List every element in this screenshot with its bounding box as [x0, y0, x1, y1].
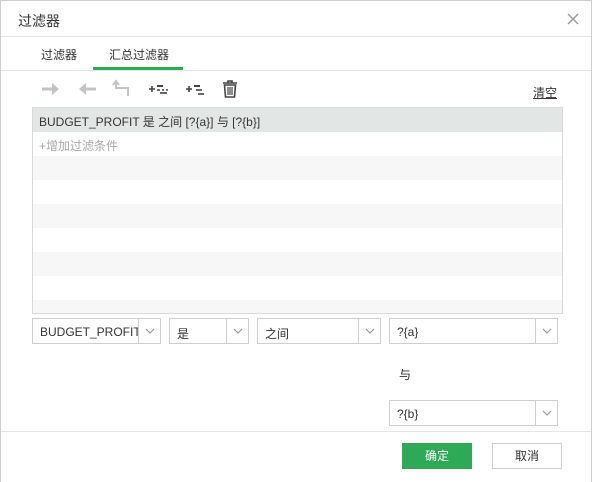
cancel-button[interactable]: 取消	[492, 443, 562, 469]
value-b-select[interactable]: ?{b}	[389, 400, 558, 426]
condition-list: BUDGET_PROFIT 是 之间 [?{a}] 与 [?{b}] +增加过滤…	[32, 107, 563, 314]
field-select-value: BUDGET_PROFIT	[40, 325, 138, 339]
toolbar	[36, 79, 576, 101]
add-group-icon[interactable]	[185, 79, 207, 99]
dialog-title: 过滤器	[18, 13, 60, 29]
empty-row	[33, 228, 562, 252]
chevron-down-icon	[233, 328, 243, 334]
add-condition-link[interactable]: +增加过滤条件	[39, 137, 118, 154]
chevron-down-icon	[542, 410, 552, 416]
ok-button[interactable]: 确定	[402, 443, 472, 469]
empty-row	[33, 252, 562, 276]
empty-row	[33, 180, 562, 204]
empty-row	[33, 204, 562, 228]
value-b-select-value: ?{b}	[397, 407, 419, 421]
empty-row	[33, 300, 562, 313]
relation-select[interactable]: 之间	[257, 318, 381, 344]
tab-bar: 过滤器 汇总过滤器	[1, 38, 591, 71]
clear-link[interactable]: 清空	[533, 84, 557, 101]
relation-select-arrow[interactable]	[358, 319, 380, 343]
tab-filter[interactable]: 过滤器	[41, 46, 77, 63]
condition-row-text: BUDGET_PROFIT 是 之间 [?{a}] 与 [?{b}]	[39, 115, 261, 129]
value-a-select-arrow[interactable]	[535, 319, 557, 343]
operator-select-value: 是	[177, 327, 190, 341]
filter-dialog: 过滤器 过滤器 汇总过滤器 清空 BUDGET_PROFIT 是 之间 [?{a…	[0, 0, 592, 482]
arrow-left-icon[interactable]	[76, 79, 98, 99]
dialog-titlebar: 过滤器	[1, 1, 591, 37]
field-select[interactable]: BUDGET_PROFIT	[32, 318, 161, 344]
close-icon[interactable]	[566, 12, 580, 26]
add-condition-row[interactable]: +增加过滤条件	[33, 132, 562, 156]
condition-row[interactable]: BUDGET_PROFIT 是 之间 [?{a}] 与 [?{b}]	[33, 108, 562, 132]
corner-arrow-icon[interactable]	[111, 79, 133, 99]
operator-select[interactable]: 是	[169, 318, 249, 344]
field-select-arrow[interactable]	[138, 319, 160, 343]
chevron-down-icon	[145, 328, 155, 334]
operator-select-arrow[interactable]	[226, 319, 248, 343]
tab-summary-filter[interactable]: 汇总过滤器	[109, 46, 169, 63]
chevron-down-icon	[365, 328, 375, 334]
empty-row	[33, 276, 562, 300]
add-condition-icon[interactable]	[148, 79, 170, 99]
value-a-select[interactable]: ?{a}	[389, 318, 558, 344]
active-tab-indicator	[93, 67, 183, 70]
empty-row	[33, 156, 562, 180]
value-b-select-arrow[interactable]	[535, 401, 557, 425]
chevron-down-icon	[542, 328, 552, 334]
and-label: 与	[399, 368, 412, 382]
relation-select-value: 之间	[265, 327, 290, 341]
arrow-right-icon[interactable]	[40, 79, 62, 99]
value-a-select-value: ?{a}	[397, 325, 419, 339]
trash-icon[interactable]	[219, 79, 241, 99]
